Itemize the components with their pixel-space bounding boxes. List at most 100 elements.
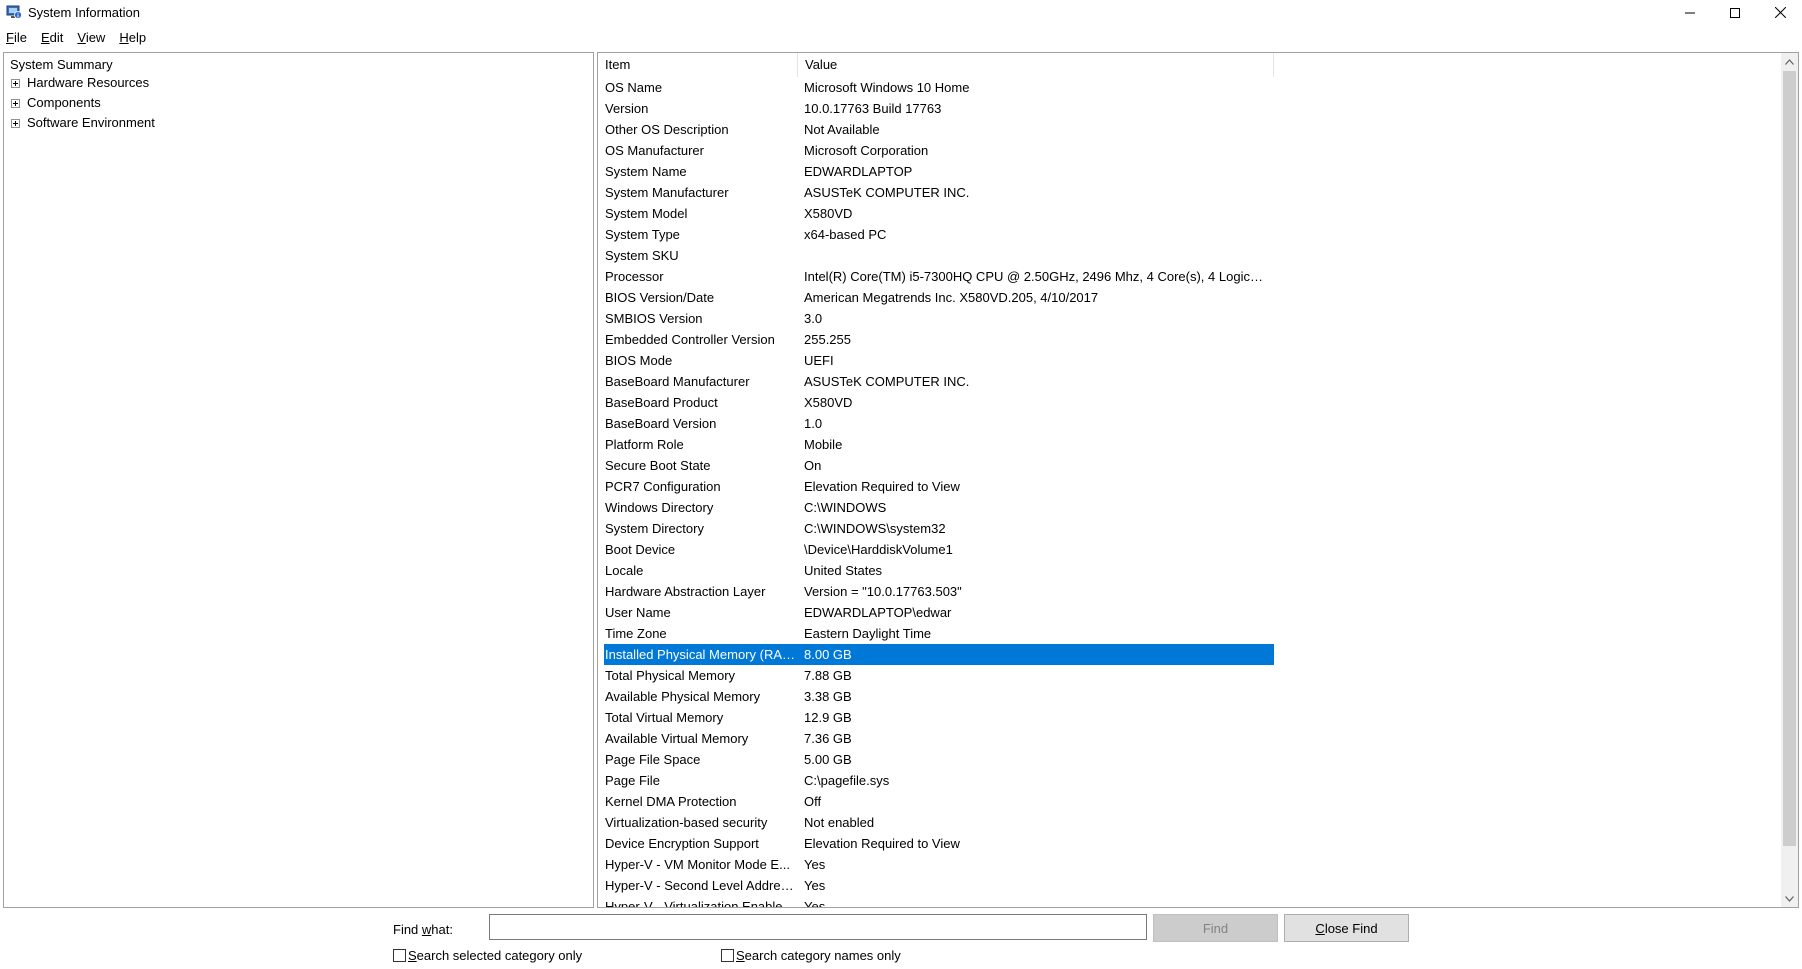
row-value-cell: EDWARDLAPTOP\edwar — [804, 605, 952, 620]
scroll-down-button[interactable] — [1781, 890, 1798, 907]
table-row[interactable]: System Model X580VD — [604, 203, 1274, 224]
row-item-cell: Windows Directory — [605, 500, 714, 515]
table-row[interactable]: BIOS Version/Date American Megatrends Inc… — [604, 287, 1274, 308]
vertical-scrollbar[interactable] — [1781, 53, 1798, 907]
table-row[interactable]: System Manufacturer ASUSTeK COMPUTER INC. — [604, 182, 1274, 203]
search-category-names-option[interactable]: Search category names only — [721, 948, 901, 963]
table-row[interactable]: Hyper-V - Second Level Addres... Yes — [604, 875, 1274, 896]
table-row[interactable]: Embedded Controller Version 255.255 — [604, 329, 1274, 350]
table-row[interactable]: Total Virtual Memory 12.9 GB — [604, 707, 1274, 728]
row-value-cell: United States — [804, 563, 883, 578]
close-button[interactable] — [1758, 0, 1802, 25]
row-value-cell: 3.38 GB — [804, 689, 852, 704]
table-row[interactable]: Hyper-V - Virtualization Enable... Yes — [604, 896, 1274, 908]
table-row[interactable]: Boot Device \Device\HarddiskVolume1 — [604, 539, 1274, 560]
title-bar[interactable]: System Information — [0, 0, 1802, 25]
search-selected-category-option[interactable]: Search selected category only — [393, 948, 582, 963]
row-value-cell: X580VD — [804, 395, 853, 410]
table-row[interactable]: Hyper-V - VM Monitor Mode E... Yes — [604, 854, 1274, 875]
table-row[interactable]: System Name EDWARDLAPTOP — [604, 161, 1274, 182]
scroll-up-button[interactable] — [1781, 53, 1798, 70]
table-row[interactable]: Other OS Description Not Available — [604, 119, 1274, 140]
table-row[interactable]: Processor Intel(R) Core(TM) i5-7300HQ CPU… — [604, 266, 1274, 287]
table-row[interactable]: System SKU — [604, 245, 1274, 266]
table-row[interactable]: Version 10.0.17763 Build 17763 — [604, 98, 1274, 119]
find-bar: Find what: Find Close Find Search select… — [0, 910, 1802, 969]
row-value-cell: Eastern Daylight Time — [804, 626, 932, 641]
table-row[interactable]: Hardware Abstraction Layer Version = "10.… — [604, 581, 1274, 602]
table-row[interactable]: OS Manufacturer Microsoft Corporation — [604, 140, 1274, 161]
row-value-cell: 12.9 GB — [804, 710, 852, 725]
table-row[interactable]: Page File Space 5.00 GB — [604, 749, 1274, 770]
table-row[interactable]: PCR7 Configuration Elevation Required to … — [604, 476, 1274, 497]
menu-help[interactable]: Help — [112, 28, 153, 48]
plus-box-icon[interactable] — [11, 118, 20, 128]
tree-item-hardware-resources[interactable]: Hardware Resources — [11, 74, 149, 92]
row-value-cell: 10.0.17763 Build 17763 — [804, 101, 942, 116]
category-tree[interactable]: System Summary Hardware Resources Compon… — [3, 52, 594, 908]
plus-box-icon[interactable] — [11, 78, 20, 88]
search-selected-category-checkbox[interactable] — [393, 949, 406, 962]
row-item-cell: PCR7 Configuration — [605, 479, 721, 494]
table-row[interactable]: Installed Physical Memory (RAM) 8.00 GB — [604, 644, 1274, 665]
row-item-cell: BaseBoard Product — [605, 395, 718, 410]
row-item-cell: Installed Physical Memory (RAM) — [605, 647, 797, 662]
find-button[interactable]: Find — [1153, 914, 1278, 942]
find-what-input[interactable] — [489, 914, 1147, 940]
row-item-cell: Hyper-V - VM Monitor Mode E... — [605, 857, 790, 872]
table-row[interactable]: Available Physical Memory 3.38 GB — [604, 686, 1274, 707]
table-row[interactable]: BaseBoard Version 1.0 — [604, 413, 1274, 434]
table-row[interactable]: Platform Role Mobile — [604, 434, 1274, 455]
table-row[interactable]: Device Encryption Support Elevation Requi… — [604, 833, 1274, 854]
column-header-value[interactable]: Value — [798, 53, 1274, 77]
system-information-window: System Information File Edit View Help S… — [0, 0, 1802, 969]
row-value-cell: UEFI — [804, 353, 834, 368]
row-item-cell: System Model — [605, 206, 688, 221]
details-list[interactable]: Item Value OS Name Microsoft Windows 10 H… — [597, 52, 1799, 908]
row-item-cell: System Directory — [605, 521, 704, 536]
table-row[interactable]: Windows Directory C:\WINDOWS — [604, 497, 1274, 518]
minimize-button[interactable] — [1668, 0, 1712, 25]
row-item-cell: Total Physical Memory — [605, 668, 736, 683]
table-row[interactable]: Virtualization-based security Not enabled — [604, 812, 1274, 833]
row-item-cell: Secure Boot State — [605, 458, 711, 473]
tree-item-components[interactable]: Components — [11, 94, 101, 112]
table-row[interactable]: Available Virtual Memory 7.36 GB — [604, 728, 1274, 749]
table-row[interactable]: Time Zone Eastern Daylight Time — [604, 623, 1274, 644]
row-value-cell: Not enabled — [804, 815, 875, 830]
table-row[interactable]: Page File C:\pagefile.sys — [604, 770, 1274, 791]
table-row[interactable]: SMBIOS Version 3.0 — [604, 308, 1274, 329]
table-row[interactable]: User Name EDWARDLAPTOP\edwar — [604, 602, 1274, 623]
row-item-cell: Kernel DMA Protection — [605, 794, 737, 809]
close-find-button[interactable]: Close Find — [1284, 914, 1409, 942]
maximize-button[interactable] — [1713, 0, 1757, 25]
table-row[interactable]: System Directory C:\WINDOWS\system32 — [604, 518, 1274, 539]
table-row[interactable]: Total Physical Memory 7.88 GB — [604, 665, 1274, 686]
row-value-cell: Microsoft Windows 10 Home — [804, 80, 970, 95]
table-row[interactable]: OS Name Microsoft Windows 10 Home — [604, 77, 1274, 98]
menu-view[interactable]: View — [70, 28, 112, 48]
search-category-names-checkbox[interactable] — [721, 949, 734, 962]
row-value-cell: Yes — [804, 878, 826, 893]
column-header-item[interactable]: Item — [598, 53, 798, 77]
row-value-cell: 3.0 — [804, 311, 823, 326]
table-row[interactable]: BIOS Mode UEFI — [604, 350, 1274, 371]
plus-box-icon[interactable] — [11, 98, 20, 108]
table-row[interactable]: Secure Boot State On — [604, 455, 1274, 476]
find-what-label: Find what: — [393, 922, 453, 937]
row-item-cell: Hyper-V - Second Level Addres... — [605, 878, 797, 893]
row-item-cell: BaseBoard Version — [605, 416, 717, 431]
table-row[interactable]: Kernel DMA Protection Off — [604, 791, 1274, 812]
table-row[interactable]: Locale United States — [604, 560, 1274, 581]
row-value-cell: On — [804, 458, 822, 473]
table-row[interactable]: System Type x64-based PC — [604, 224, 1274, 245]
scrollbar-thumb[interactable] — [1783, 71, 1796, 846]
menu-edit[interactable]: Edit — [34, 28, 70, 48]
menu-file[interactable]: File — [0, 28, 34, 48]
row-value-cell: Yes — [804, 899, 826, 908]
tree-item-system-summary[interactable]: System Summary — [9, 56, 114, 74]
table-row[interactable]: BaseBoard Product X580VD — [604, 392, 1274, 413]
table-row[interactable]: BaseBoard Manufacturer ASUSTeK COMPUTER I… — [604, 371, 1274, 392]
tree-item-software-environment[interactable]: Software Environment — [11, 114, 155, 132]
row-value-cell: 5.00 GB — [804, 752, 852, 767]
